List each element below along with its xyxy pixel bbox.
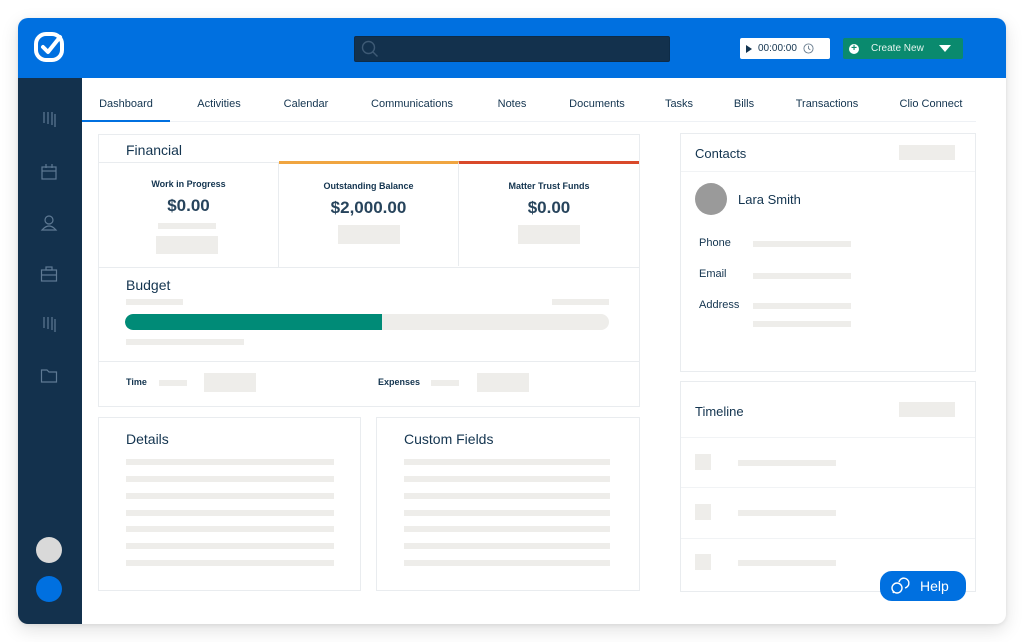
create-new-label: Create New — [871, 43, 924, 54]
caret-down-icon[interactable] — [939, 45, 951, 52]
expenses-label: Expenses — [378, 377, 421, 387]
activities-icon — [43, 112, 56, 127]
matter-tabs: Dashboard Activities Calendar Communicat… — [82, 78, 976, 122]
sidebar — [18, 78, 82, 624]
email-label: Email — [699, 268, 727, 280]
custom-fields-title: Custom Fields — [404, 431, 494, 447]
outstanding-balance-cell: Outstanding Balance $2,000.00 — [279, 161, 459, 266]
tab-bills[interactable]: Bills — [724, 78, 764, 122]
help-button[interactable]: Help — [880, 571, 966, 601]
status-dot[interactable] — [36, 576, 62, 602]
tab-tasks[interactable]: Tasks — [657, 78, 701, 122]
financial-card: Financial Work in Progress $0.00 Outstan… — [98, 134, 640, 407]
sidebar-item-billing[interactable] — [39, 314, 59, 334]
work-in-progress-value: $0.00 — [167, 196, 210, 215]
matter-trust-funds-label: Matter Trust Funds — [508, 181, 590, 191]
tab-calendar[interactable]: Calendar — [270, 78, 342, 122]
budget-progress-bar — [125, 314, 609, 330]
help-label: Help — [920, 578, 949, 594]
clock-icon[interactable] — [803, 43, 814, 54]
sidebar-item-matters[interactable] — [39, 264, 59, 284]
timer-value: 00:00:00 — [758, 43, 797, 54]
phone-label: Phone — [699, 237, 731, 249]
app-window: 00:00:00 + Create New Dashboard Activiti… — [18, 18, 1006, 624]
tab-dashboard[interactable]: Dashboard — [82, 78, 170, 122]
budget-title: Budget — [126, 277, 171, 293]
contacts-title: Contacts — [695, 146, 747, 161]
tab-transactions[interactable]: Transactions — [784, 78, 870, 122]
custom-fields-card: Custom Fields — [376, 417, 640, 591]
outstanding-balance-label: Outstanding Balance — [323, 181, 414, 191]
timeline-title: Timeline — [695, 404, 744, 419]
time-label: Time — [126, 377, 147, 387]
details-card: Details — [98, 417, 361, 591]
matter-trust-funds-value: $0.00 — [527, 198, 571, 217]
tab-notes[interactable]: Notes — [487, 78, 537, 122]
tab-communications[interactable]: Communications — [362, 78, 462, 122]
contacts-icon — [40, 215, 58, 231]
sidebar-item-documents[interactable] — [39, 366, 59, 386]
sidebar-item-calendar[interactable] — [39, 162, 59, 182]
timeline-card: Timeline — [680, 381, 976, 592]
clio-check-logo-icon[interactable] — [33, 31, 67, 65]
top-bar: 00:00:00 + Create New — [18, 18, 1006, 78]
work-in-progress-cell: Work in Progress $0.00 — [99, 162, 279, 267]
play-icon[interactable] — [746, 44, 752, 53]
calendar-icon — [41, 164, 57, 180]
contacts-card: Contacts Lara Smith Phone Email Address — [680, 133, 976, 372]
search-icon — [361, 40, 378, 57]
matters-briefcase-icon — [40, 266, 58, 282]
tab-clio-connect[interactable]: Clio Connect — [890, 78, 972, 122]
billing-icon — [43, 317, 56, 332]
sidebar-item-contacts[interactable] — [39, 213, 59, 233]
work-in-progress-label: Work in Progress — [151, 179, 226, 189]
create-new-button[interactable]: + Create New — [843, 38, 963, 59]
chat-bubbles-icon — [891, 577, 910, 594]
plus-circle-icon: + — [849, 43, 859, 54]
address-label: Address — [699, 299, 740, 311]
documents-folder-icon — [40, 369, 58, 383]
details-title: Details — [126, 431, 169, 447]
budget-progress-fill — [125, 314, 382, 330]
contact-avatar[interactable] — [695, 183, 727, 215]
outstanding-balance-value: $2,000.00 — [330, 198, 407, 217]
timer-widget[interactable]: 00:00:00 — [740, 38, 830, 59]
global-search-input[interactable] — [354, 36, 670, 62]
financial-title: Financial — [126, 142, 183, 158]
user-avatar[interactable] — [36, 537, 62, 563]
sidebar-item-activities[interactable] — [39, 109, 59, 129]
tab-documents[interactable]: Documents — [560, 78, 634, 122]
tab-activities[interactable]: Activities — [183, 78, 255, 122]
matter-trust-funds-cell: Matter Trust Funds $0.00 — [459, 161, 639, 266]
contact-name[interactable]: Lara Smith — [738, 192, 801, 207]
